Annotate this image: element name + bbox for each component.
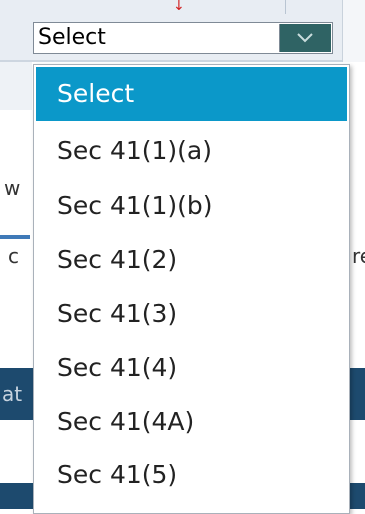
select-dropdown-button[interactable] bbox=[279, 24, 331, 52]
background-text-fragment: c bbox=[8, 244, 19, 268]
section-select[interactable]: Select bbox=[33, 22, 333, 54]
dropdown-option-select[interactable]: Select bbox=[36, 67, 347, 121]
chevron-down-icon bbox=[297, 33, 313, 43]
dropdown-option-sec-41-4[interactable]: Sec 41(4) bbox=[36, 341, 347, 395]
dropdown-option-sec-41-1-b[interactable]: Sec 41(1)(b) bbox=[36, 179, 347, 233]
dropdown-option-sec-41-3[interactable]: Sec 41(3) bbox=[36, 287, 347, 341]
section-dropdown-list[interactable]: Select Sec 41(1)(a) Sec 41(1)(b) Sec 41(… bbox=[33, 64, 350, 514]
dropdown-option-sec-41-2[interactable]: Sec 41(2) bbox=[36, 233, 347, 287]
page-blue-strip bbox=[0, 235, 30, 239]
red-arrow-icon: ↓ bbox=[173, 0, 185, 14]
background-text-fragment: re bbox=[352, 244, 365, 268]
background-text-fragment: at bbox=[2, 382, 23, 406]
page-left-band bbox=[0, 62, 32, 110]
select-current-value: Select bbox=[38, 25, 106, 50]
page-header-divider bbox=[0, 60, 365, 62]
page-column-divider bbox=[285, 0, 286, 14]
page-header-side-panel bbox=[342, 0, 365, 62]
dropdown-option-sec-41-5[interactable]: Sec 41(5) bbox=[36, 448, 347, 502]
background-text-fragment: w bbox=[4, 176, 21, 200]
dropdown-option-sec-41-1-a[interactable]: Sec 41(1)(a) bbox=[36, 124, 347, 178]
dropdown-option-sec-41-4a[interactable]: Sec 41(4A) bbox=[36, 395, 347, 449]
